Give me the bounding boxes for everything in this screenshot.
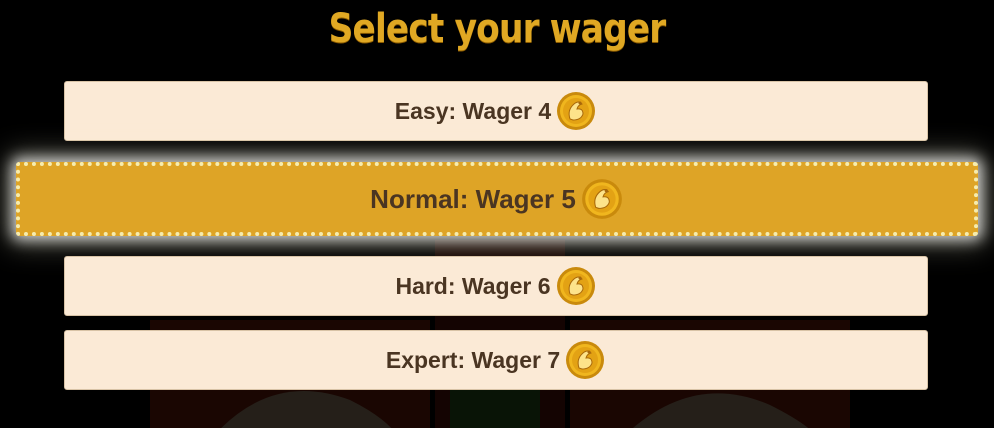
wager-option-label: Expert: Wager 7 <box>385 346 561 373</box>
wager-screen: Select your wager Easy: Wager 4 Normal: … <box>0 0 994 428</box>
wager-option-label: Normal: Wager 5 <box>370 183 576 214</box>
wager-option-normal[interactable]: Normal: Wager 5 <box>16 162 978 236</box>
wager-option-label: Easy: Wager 4 <box>394 97 552 124</box>
gold-coin-icon <box>566 341 605 379</box>
gold-coin-icon <box>556 267 595 305</box>
page-title: Select your wager <box>328 6 667 52</box>
wager-option-label: Hard: Wager 6 <box>395 272 551 299</box>
wager-option-hard[interactable]: Hard: Wager 6 <box>64 256 928 316</box>
gold-coin-icon <box>557 92 596 130</box>
wager-option-easy[interactable]: Easy: Wager 4 <box>64 81 928 141</box>
gold-coin-icon <box>581 179 622 219</box>
wager-option-expert[interactable]: Expert: Wager 7 <box>64 330 928 390</box>
